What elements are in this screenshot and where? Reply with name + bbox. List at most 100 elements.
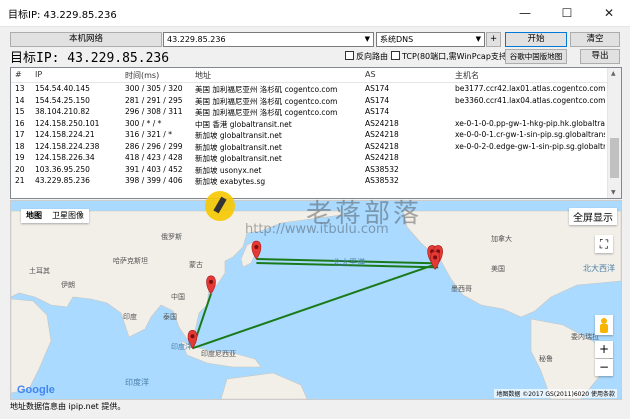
reverse-dns-label: 反向路由	[356, 52, 388, 61]
cell-as: AS174	[365, 95, 390, 105]
map-place-label: 秘鲁	[539, 354, 553, 363]
export-button[interactable]: 导出	[580, 49, 620, 64]
cell-address: 新加坡 exabytes.sg	[195, 177, 266, 186]
table-row[interactable]: 18 124.158.224.238 286 / 296 / 299 新加坡 glob…	[11, 142, 607, 152]
map-place-label: 伊朗	[61, 280, 75, 289]
map-pin-dot	[254, 245, 259, 249]
target-ip-label: 目标IP: 43.229.85.236	[10, 51, 170, 66]
vertical-scrollbar[interactable]: ▲ ▼	[607, 68, 621, 198]
map-attribution[interactable]: 地图数据 ©2017 GS(2011)6020 使用条款	[494, 389, 617, 398]
table-row[interactable]: 14 154.54.25.150 281 / 291 / 295 美国 加利福尼亚州 …	[11, 96, 607, 106]
chevron-down-icon[interactable]: ▼	[365, 33, 370, 46]
cell-time: 418 / 423 / 428	[125, 153, 183, 162]
cell-address: 中国 香港 globaltransit.net	[195, 119, 292, 129]
watermark-logo	[205, 191, 235, 221]
ocean-label-north-atlantic: 北大西洋	[583, 263, 615, 273]
table-row[interactable]: 13 154.54.40.145 300 / 305 / 320 美国 加利福尼亚州 …	[11, 84, 607, 94]
local-network-button[interactable]: 本机网络	[10, 32, 162, 47]
maximize-button[interactable]: ☐	[546, 0, 588, 26]
map-place-label: 印度	[123, 312, 137, 321]
scroll-down-icon[interactable]: ▼	[611, 189, 616, 196]
ocean-label-north-pacific: 北太平洋	[333, 257, 365, 267]
dns-select[interactable]: 系统DNS ▼	[376, 32, 485, 47]
fullscreen-icon[interactable]: ⛶	[595, 235, 613, 253]
tab-satellite[interactable]: 卫星图像	[47, 209, 89, 223]
google-logo: Google	[17, 384, 55, 396]
table-row[interactable]: 17 124.158.224.21 316 / 321 / * 新加坡 globalt…	[11, 130, 607, 140]
cell-ip: 154.54.40.145	[35, 84, 90, 93]
cell-hostname: xe-0-0-0-1.cr-gw-1-sin-pip.sg.globaltran…	[455, 130, 605, 139]
tab-map[interactable]: 地图	[21, 209, 47, 223]
start-button[interactable]: 开始	[505, 32, 567, 47]
pegman-icon[interactable]	[595, 315, 613, 335]
cell-index: 18	[15, 141, 25, 151]
map-pin-dot	[433, 255, 438, 260]
cell-address: 美国 加利福尼亚州 洛杉矶 cogentco.com	[195, 85, 338, 94]
column-header-as: AS	[365, 70, 376, 79]
checkbox-box	[391, 51, 400, 60]
map-place-label: 加拿大	[491, 234, 512, 243]
map-place-label: 哈萨克斯坦	[113, 256, 148, 265]
zoom-out-button[interactable]: −	[595, 359, 613, 376]
cell-time: 391 / 403 / 452	[125, 164, 183, 174]
reverse-dns-checkbox[interactable]: 反向路由	[345, 51, 388, 62]
cell-ip: 43.229.85.236	[35, 176, 90, 185]
cell-index: 15	[15, 107, 25, 116]
dns-select-value: 系统DNS	[380, 35, 414, 44]
column-header-index: #	[15, 70, 22, 79]
scroll-up-icon[interactable]: ▲	[611, 70, 616, 77]
tcp-checkbox[interactable]: TCP(80端口,需WinPcap支持)	[391, 51, 510, 62]
trace-table: # IP 时间(ms) 地址 AS 主机名 13 154.54.40.145 300…	[10, 67, 622, 199]
window-title: 目标IP: 43.229.85.236	[8, 10, 117, 21]
cell-ip: 103.36.95.250	[35, 164, 90, 174]
map-place-label: 土耳其	[29, 266, 50, 275]
chevron-down-icon[interactable]: ▼	[476, 33, 481, 46]
cell-address: 新加坡 usonyx.net	[195, 165, 262, 175]
google-china-map-button[interactable]: 谷歌中国版地图	[505, 49, 567, 64]
table-row[interactable]: 21 43.229.85.236 398 / 399 / 406 新加坡 exabyt…	[11, 176, 607, 186]
cell-as: AS24218	[365, 141, 399, 151]
cell-as: AS38532	[365, 176, 399, 185]
table-row[interactable]: 20 103.36.95.250 391 / 403 / 452 新加坡 usonyx…	[11, 165, 607, 175]
minimize-button[interactable]: —	[504, 0, 546, 26]
checkbox-box	[345, 51, 354, 60]
cell-ip: 124.158.224.21	[35, 130, 95, 139]
ocean-label-indian: 印度洋	[125, 377, 149, 387]
cell-hostname: be3360.ccr41.lax04.atlas.cogentco.com	[455, 95, 605, 105]
map-place-label: 蒙古	[189, 260, 203, 269]
cell-ip: 124.158.226.34	[35, 153, 95, 162]
map-type-switch: 地图 卫星图像	[21, 209, 89, 223]
cell-index: 21	[15, 176, 25, 185]
cell-address: 新加坡 globaltransit.net	[195, 154, 282, 163]
cell-hostname: be3177.ccr42.lax01.atlas.cogentco.com	[455, 84, 605, 93]
cell-as: AS24218	[365, 118, 399, 128]
table-row[interactable]: 16 124.158.250.101 300 / * / * 中国 香港 global…	[11, 119, 607, 129]
zoom-in-button[interactable]: +	[595, 341, 613, 358]
cell-ip: 154.54.25.150	[35, 95, 90, 105]
title-bar: 目标IP: 43.229.85.236 — ☐ ✕	[0, 0, 630, 27]
cell-address: 新加坡 globaltransit.net	[195, 131, 282, 140]
cell-as: AS24218	[365, 130, 399, 139]
cell-hostname: xe-0-0-2-0.edge-gw-1-sin-pip.sg.globaltr…	[455, 141, 605, 151]
table-row[interactable]: 15 38.104.210.82 296 / 308 / 311 美国 加利福尼亚州 …	[11, 107, 607, 117]
clear-button[interactable]: 清空	[570, 32, 620, 47]
cell-ip: 38.104.210.82	[35, 107, 90, 116]
cell-address: 美国 加利福尼亚州 洛杉矶 cogentco.com	[195, 108, 338, 117]
cell-as: AS24218	[365, 153, 399, 162]
map-place-label: 俄罗斯	[161, 232, 182, 241]
fullscreen-display-button[interactable]: 全屏显示	[569, 208, 617, 225]
cell-address: 美国 加利福尼亚州 洛杉矶 cogentco.com	[195, 96, 338, 106]
map-place-label: 泰国	[163, 312, 177, 321]
ip-input[interactable]: 43.229.85.236 ▼	[163, 32, 374, 47]
watermark-url: http://www.itbulu.com	[245, 222, 389, 237]
column-header-ip: IP	[35, 70, 43, 79]
map-pin-dot	[190, 334, 195, 339]
scrollbar-thumb[interactable]	[610, 138, 619, 178]
plus-button[interactable]: +	[486, 32, 501, 47]
table-row[interactable]: 19 124.158.226.34 418 / 423 / 428 新加坡 globa…	[11, 153, 607, 163]
cell-as: AS38532	[365, 164, 399, 174]
cell-index: 19	[15, 153, 25, 162]
ip-input-value: 43.229.85.236	[167, 35, 226, 44]
close-button[interactable]: ✕	[588, 0, 630, 26]
cell-time: 398 / 399 / 406	[125, 176, 183, 185]
